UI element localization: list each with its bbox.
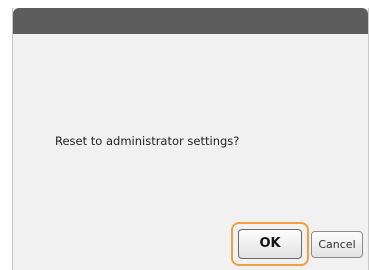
dialog-message: Reset to administrator settings? bbox=[55, 134, 240, 148]
reset-confirmation-dialog: Reset to administrator settings? OK Canc… bbox=[12, 8, 369, 270]
dialog-titlebar[interactable] bbox=[13, 8, 368, 34]
ok-button[interactable]: OK bbox=[238, 229, 302, 259]
cancel-button[interactable]: Cancel bbox=[311, 231, 363, 258]
